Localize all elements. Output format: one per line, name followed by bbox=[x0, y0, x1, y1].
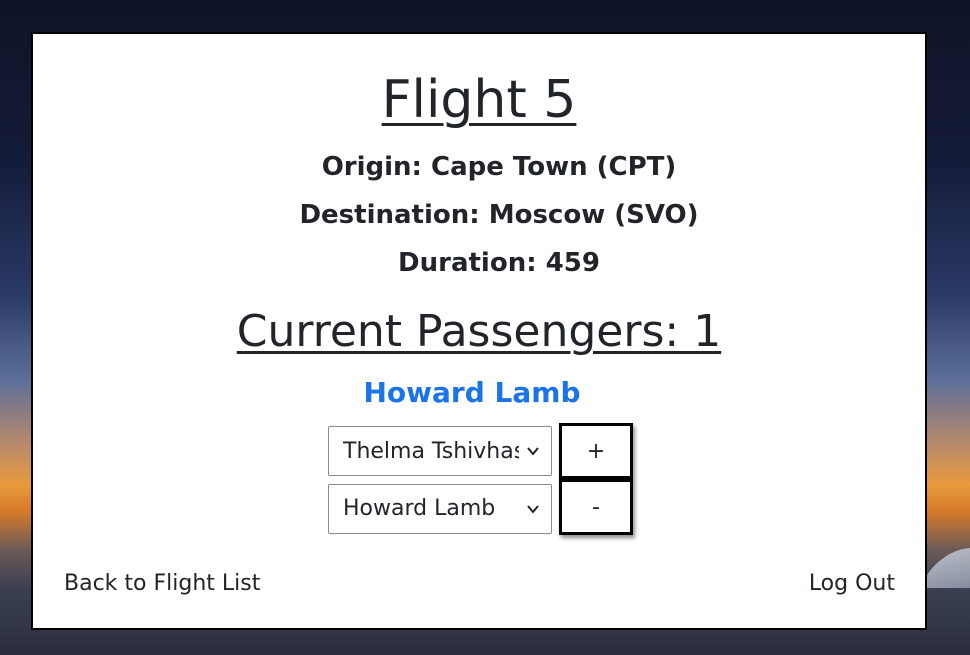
chevron-down-icon bbox=[527, 504, 539, 514]
add-passenger-button[interactable]: + bbox=[559, 423, 633, 479]
passenger-link[interactable]: Howard Lamb bbox=[364, 376, 581, 409]
flight-title: Flight 5 bbox=[381, 70, 577, 130]
log-out-link[interactable]: Log Out bbox=[809, 571, 895, 596]
passenger-list: Howard Lamb bbox=[33, 376, 925, 409]
list-item: Howard Lamb bbox=[33, 376, 925, 409]
flight-origin: Origin: Cape Town (CPT) bbox=[321, 152, 677, 182]
add-passenger-selected-value: Thelma Tshivhase bbox=[343, 438, 519, 464]
current-passengers-heading: Current Passengers: 1 bbox=[236, 306, 722, 357]
add-passenger-row: Thelma Tshivhase + bbox=[328, 423, 633, 479]
remove-passenger-selected-value: Howard Lamb bbox=[343, 496, 496, 521]
remove-passenger-row: Howard Lamb - bbox=[328, 479, 633, 535]
flight-destination: Destination: Moscow (SVO) bbox=[299, 200, 699, 230]
add-passenger-select[interactable]: Thelma Tshivhase bbox=[328, 426, 552, 476]
flight-details-card: Flight 5 Origin: Cape Town (CPT) Destina… bbox=[31, 32, 927, 630]
remove-passenger-button[interactable]: - bbox=[559, 479, 633, 535]
chevron-down-icon bbox=[527, 447, 539, 456]
back-to-flight-list-link[interactable]: Back to Flight List bbox=[64, 571, 260, 596]
background-airplane-wing bbox=[920, 548, 970, 588]
remove-passenger-select[interactable]: Howard Lamb bbox=[328, 483, 552, 534]
flight-duration: Duration: 459 bbox=[398, 248, 600, 278]
